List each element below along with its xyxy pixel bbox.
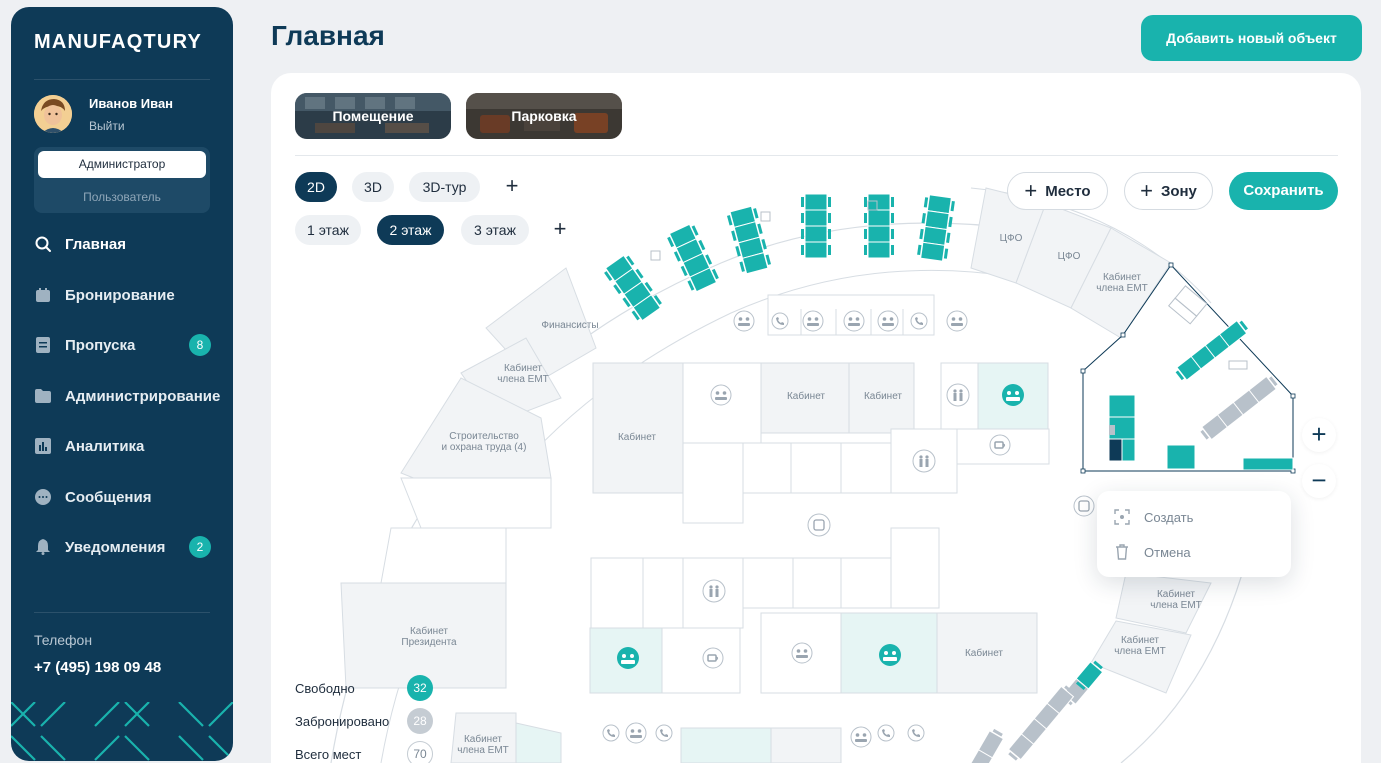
nav-label: Администрирование	[65, 387, 221, 405]
nav-label: Сообщения	[65, 488, 152, 506]
legend-total: Всего мест 70	[295, 741, 433, 763]
nav-item-notifications[interactable]: Уведомления 2	[34, 534, 224, 560]
map-label-emt: члена ЕМТ	[1114, 646, 1166, 657]
floor-1-button[interactable]: 1 этаж	[295, 215, 361, 245]
nav-label: Главная	[65, 235, 127, 253]
document-icon	[34, 336, 52, 354]
thumb-parking-label: Парковка	[511, 108, 577, 124]
divider	[295, 155, 1338, 156]
main-card: Финансисты Кабинет члена ЕМТ Строительст…	[271, 73, 1361, 763]
plus-icon: +	[1024, 178, 1038, 203]
nav-item-home[interactable]: Главная	[34, 231, 224, 257]
map-label-emt: Кабинет	[504, 362, 542, 374]
cancel-menu-item[interactable]: Отмена	[1113, 542, 1191, 562]
map-label-cabinet: Кабинет	[965, 647, 1003, 659]
role-admin[interactable]: Администратор	[38, 151, 206, 178]
map-label-emt: члена ЕМТ	[457, 745, 509, 756]
nav-item-messages[interactable]: Сообщения	[34, 484, 224, 510]
search-icon	[34, 235, 52, 253]
view-3d-button[interactable]: 3D	[352, 172, 394, 202]
nav-label: Аналитика	[65, 437, 145, 455]
plus-icon: +	[1140, 178, 1153, 203]
sidebar: MANUFAQTURY Иванов Иван Выйти Администра…	[11, 7, 233, 761]
logo[interactable]: MANUFAQTURY	[34, 31, 202, 54]
map-label-emt: Кабинет	[1103, 271, 1141, 283]
notifications-badge: 2	[189, 536, 211, 558]
add-place-button[interactable]: + Место	[1007, 172, 1108, 210]
map-label-cabinet: Кабинет	[618, 431, 656, 443]
map-label-finance: Финансисты	[541, 320, 598, 331]
nav-item-booking[interactable]: Бронирование	[34, 282, 224, 308]
map-label-emt: члена ЕМТ	[1150, 600, 1202, 611]
context-menu: Создать Отмена	[1097, 491, 1291, 577]
map-label-cabinet: Кабинет	[864, 390, 902, 402]
nav-item-analytics[interactable]: Аналитика	[34, 433, 224, 459]
map-label-emt: Кабинет	[1157, 588, 1195, 600]
map-label-cfo: ЦФО	[1000, 233, 1023, 244]
thumb-room-label: Помещение	[332, 108, 414, 124]
thumb-parking[interactable]: Парковка	[466, 93, 622, 139]
chat-icon	[34, 488, 52, 506]
nav-label: Пропуска	[65, 336, 136, 354]
page-title: Главная	[271, 20, 385, 51]
logout-link[interactable]: Выйти	[89, 119, 125, 133]
trash-icon	[1116, 544, 1128, 560]
legend-booked: Забронировано 28	[295, 708, 433, 734]
view-2d-button[interactable]: 2D	[295, 172, 337, 202]
booked-count-badge: 28	[407, 708, 433, 734]
calendar-icon	[34, 286, 52, 304]
map-label-emt: члена ЕМТ	[1096, 283, 1148, 294]
bell-icon	[34, 538, 52, 556]
save-button[interactable]: Сохранить	[1229, 172, 1338, 210]
divider	[34, 612, 210, 613]
add-floor-icon[interactable]: +	[548, 218, 572, 242]
phone-number[interactable]: +7 (495) 198 09 48	[34, 659, 161, 676]
legend-free: Свободно 32	[295, 675, 433, 701]
total-count-badge: 70	[407, 741, 433, 763]
map-label-emt: члена ЕМТ	[497, 374, 549, 385]
role-user[interactable]: Пользователь	[38, 185, 206, 209]
zoom-in-button[interactable]: +	[1302, 418, 1336, 452]
create-icon	[1114, 509, 1130, 525]
chart-icon	[34, 437, 52, 455]
passes-badge: 8	[189, 334, 211, 356]
nav-label: Уведомления	[65, 538, 166, 556]
map-label-emt: Кабинет	[464, 733, 502, 745]
decorative-pattern	[11, 702, 233, 761]
folder-icon	[34, 387, 52, 405]
floor-3-button[interactable]: 3 этаж	[461, 215, 529, 245]
thumb-room[interactable]: Помещение	[295, 93, 451, 139]
free-count-badge: 32	[407, 675, 433, 701]
floor-2-button[interactable]: 2 этаж	[377, 215, 444, 245]
map-label-construction: Строительство	[449, 431, 519, 442]
role-switcher: Администратор Пользователь	[34, 147, 210, 213]
divider	[34, 79, 210, 80]
user-name: Иванов Иван	[89, 96, 174, 111]
map-label-cfo: ЦФО	[1058, 251, 1081, 262]
map-label-emt: Кабинет	[1121, 634, 1159, 646]
add-object-button[interactable]: Добавить новый объект	[1141, 15, 1362, 61]
zoom-out-button[interactable]: −	[1302, 464, 1336, 498]
add-zone-button[interactable]: + Зону	[1124, 172, 1213, 210]
view-3d-tour-button[interactable]: 3D-тур	[409, 172, 480, 202]
map-label-construction: и охрана труда (4)	[442, 442, 527, 453]
add-view-icon[interactable]: +	[500, 175, 524, 199]
phone-label: Телефон	[34, 632, 93, 648]
map-label-president: Кабинет	[410, 625, 448, 637]
nav-item-admin[interactable]: Администрирование	[34, 383, 224, 409]
map-label-cabinet: Кабинет	[787, 390, 825, 402]
map-label-president: Президента	[401, 637, 457, 648]
nav-label: Бронирование	[65, 286, 175, 304]
nav-item-passes[interactable]: Пропуска 8	[34, 332, 224, 358]
create-menu-item[interactable]: Создать	[1113, 507, 1193, 527]
avatar[interactable]	[34, 95, 72, 133]
